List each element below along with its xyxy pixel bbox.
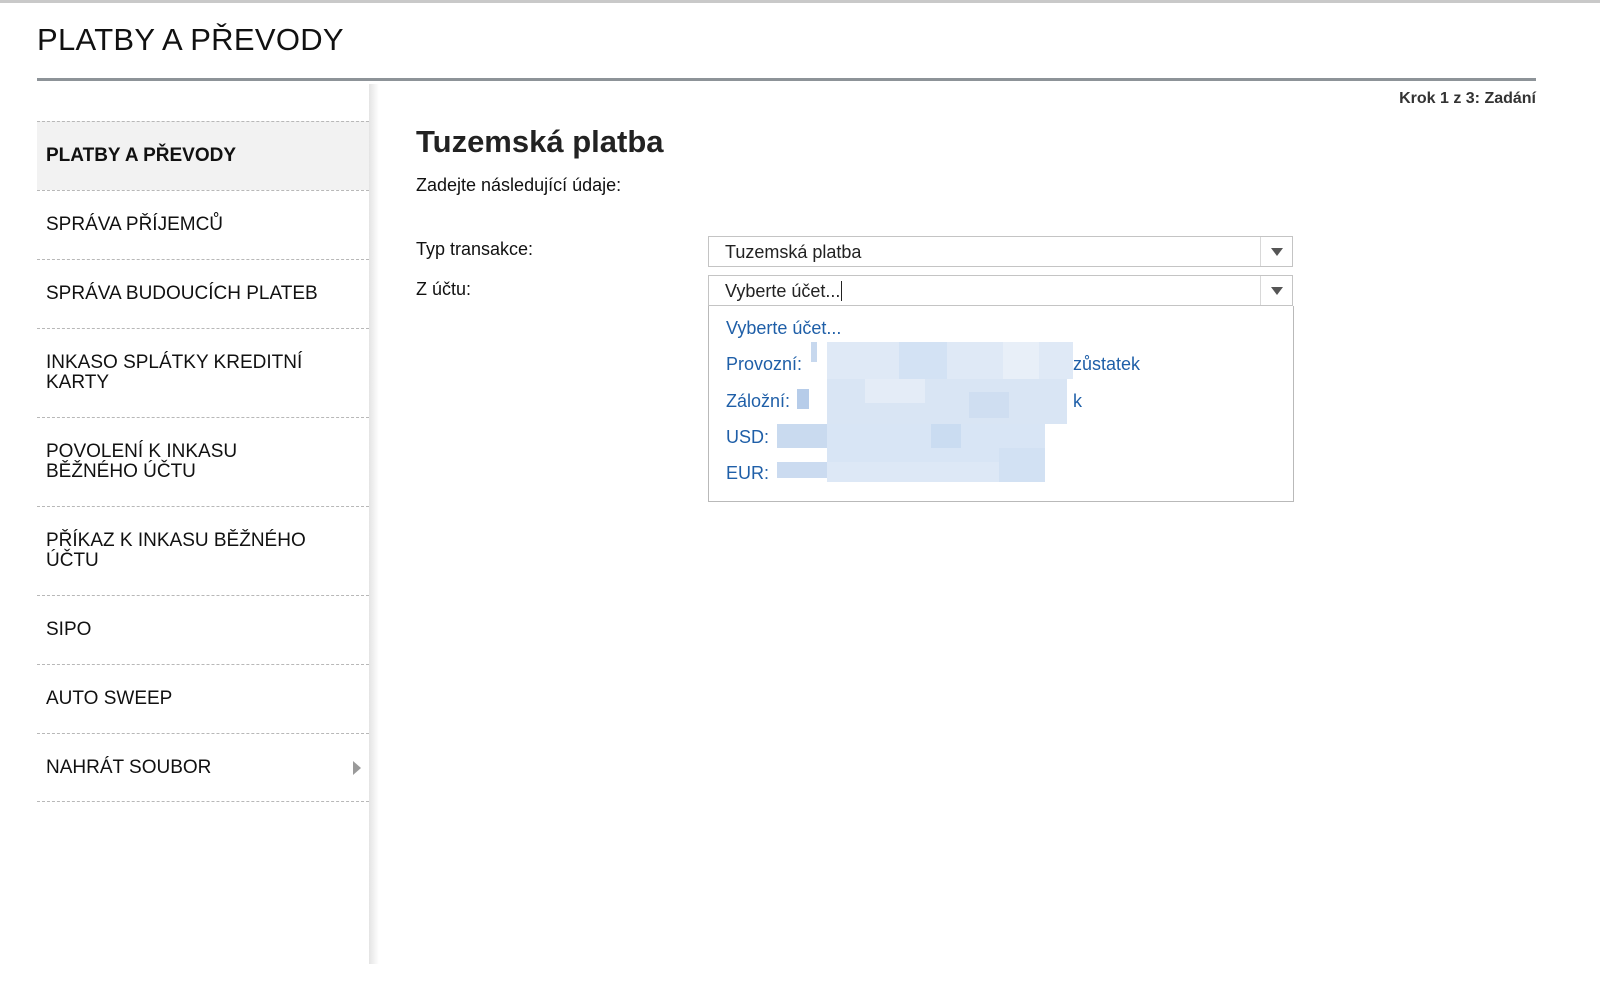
- redacted-area: [797, 389, 809, 409]
- chevron-down-icon: [1271, 287, 1283, 295]
- form-heading: Tuzemská platba: [416, 124, 664, 159]
- redacted-area: [865, 379, 925, 403]
- account-option-label: Provozní:: [726, 354, 803, 374]
- sidebar-item-label: SPRÁVA PŘÍJEMCŮ: [46, 214, 224, 235]
- redacted-area: [899, 342, 947, 379]
- title-divider: [37, 78, 1536, 81]
- account-option[interactable]: EUR:: [726, 463, 769, 484]
- sidebar-item-label: NAHRÁT SOUBOR: [46, 756, 212, 778]
- from-account-value: Vyberte účet...: [725, 281, 841, 301]
- redacted-area: [777, 462, 827, 478]
- account-option-tail: zůstatek: [1073, 354, 1141, 374]
- redacted-area: [811, 342, 817, 362]
- from-account-label: Z účtu:: [416, 279, 472, 299]
- from-account-value-wrap: Vyberte účet...: [725, 281, 843, 302]
- account-option-label: EUR:: [726, 463, 770, 483]
- sidebar-item-sprava-budoucich-plateb[interactable]: SPRÁVA BUDOUCÍCH PLATEB: [37, 259, 369, 328]
- sidebar-item-nahrat-soubor[interactable]: NAHRÁT SOUBOR: [37, 733, 369, 802]
- transaction-type-value: Tuzemská platba: [725, 242, 862, 262]
- dropdown-toggle[interactable]: [1260, 276, 1292, 305]
- account-option-label: USD:: [726, 427, 770, 447]
- account-option-label: Vyberte účet...: [726, 318, 842, 338]
- redacted-area: [999, 448, 1045, 482]
- sidebar-item-label: AUTO SWEEP: [46, 688, 173, 709]
- account-option-label: Záložní:: [726, 391, 791, 411]
- sidebar-shadow: [369, 84, 379, 964]
- account-option-tail: k: [1073, 391, 1082, 411]
- transaction-type-label: Typ transakce:: [416, 239, 534, 259]
- chevron-down-icon: [1271, 248, 1283, 256]
- sidebar-item-auto-sweep[interactable]: AUTO SWEEP: [37, 664, 369, 733]
- redacted-area: [969, 392, 1009, 418]
- account-dropdown-list: Vyberte účet... Provozní: zůstatek Zálož…: [708, 306, 1294, 502]
- from-account-select[interactable]: Vyberte účet...: [708, 275, 1293, 306]
- sidebar-item-platby-a-prevody[interactable]: PLATBY A PŘEVODY: [37, 121, 369, 190]
- sidebar-item-label: SPRÁVA BUDOUCÍCH PLATEB: [46, 283, 318, 304]
- account-option[interactable]: Záložní:: [726, 391, 790, 412]
- sidebar-item-label: POVOLENÍ K INKASU BĚŽNÉHO ÚČTU: [46, 441, 238, 482]
- sidebar-item-label: INKASO SPLÁTKY KREDITNÍ KARTY: [46, 352, 303, 393]
- sidebar-item-sipo[interactable]: SIPO: [37, 595, 369, 664]
- redacted-area: [1003, 342, 1039, 379]
- sidebar-item-label: SIPO: [46, 619, 92, 640]
- redacted-area: [827, 379, 1067, 424]
- account-option[interactable]: Vyberte účet...: [726, 318, 841, 339]
- page-title: PLATBY A PŘEVODY: [37, 22, 344, 57]
- sidebar-item-label: PŘÍKAZ K INKASU BĚŽNÉHO ÚČTU: [46, 530, 306, 571]
- sidebar-nav: PLATBY A PŘEVODY SPRÁVA PŘÍJEMCŮ SPRÁVA …: [37, 121, 369, 802]
- form-instructions: Zadejte následující údaje:: [416, 175, 622, 195]
- account-option[interactable]: USD:: [726, 427, 769, 448]
- sidebar-item-inkaso-splatky[interactable]: INKASO SPLÁTKY KREDITNÍ KARTY: [37, 328, 369, 417]
- text-cursor: [841, 281, 843, 301]
- sidebar-item-label: PLATBY A PŘEVODY: [46, 145, 237, 166]
- sidebar-item-prikaz-k-inkasu[interactable]: PŘÍKAZ K INKASU BĚŽNÉHO ÚČTU: [37, 506, 369, 595]
- redacted-area: [777, 424, 827, 448]
- sidebar-item-sprava-prijemcu[interactable]: SPRÁVA PŘÍJEMCŮ: [37, 190, 369, 259]
- window-top-border: [0, 0, 1600, 3]
- dropdown-toggle[interactable]: [1260, 237, 1292, 266]
- redacted-area: [931, 424, 961, 448]
- account-option[interactable]: Provozní:: [726, 354, 802, 375]
- transaction-type-select[interactable]: Tuzemská platba: [708, 236, 1293, 267]
- sidebar-item-povoleni-k-inkasu[interactable]: POVOLENÍ K INKASU BĚŽNÉHO ÚČTU: [37, 417, 369, 506]
- step-indicator: Krok 1 z 3: Zadání: [1399, 90, 1536, 107]
- chevron-right-icon: [353, 761, 361, 775]
